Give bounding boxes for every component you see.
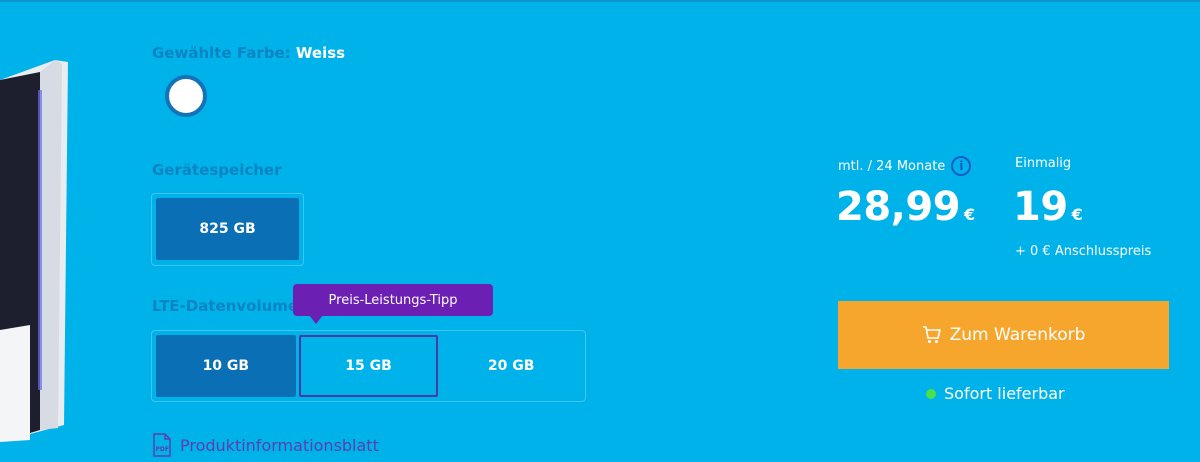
console-image: [0, 60, 68, 442]
price-tip-tooltip: Preis-Leistungs-Tipp: [293, 284, 493, 316]
lte-option-20gb[interactable]: 20 GB: [441, 335, 581, 397]
tooltip-arrow: [309, 315, 323, 324]
product-info-label: Produktinformationsblatt: [180, 435, 379, 455]
storage-title: Gerätespeicher: [152, 161, 282, 179]
availability-status: Sofort lieferbar: [926, 384, 1065, 403]
available-dot-icon: [926, 388, 936, 399]
monthly-currency: €: [964, 205, 975, 224]
once-currency: €: [1071, 205, 1083, 224]
top-divider: [0, 0, 1200, 2]
once-price: 19 €: [1013, 184, 1083, 230]
svg-text:PDF: PDF: [156, 446, 169, 453]
monthly-price: 28,99 €: [836, 184, 975, 230]
lte-option-10gb[interactable]: 10 GB: [156, 335, 296, 397]
lte-title: LTE-Datenvolumen: [152, 297, 309, 315]
color-label: Gewählte Farbe: Weiss: [152, 44, 345, 62]
product-info-link[interactable]: PDF Produktinformationsblatt: [152, 433, 379, 457]
lte-option-15gb[interactable]: 15 GB: [298, 335, 439, 397]
pdf-icon: PDF: [153, 433, 171, 457]
storage-options: 825 GB: [151, 193, 304, 266]
connection-fee: + 0 € Anschlusspreis: [1015, 244, 1152, 259]
cart-icon: [922, 326, 941, 343]
monthly-label-text: mtl. / 24 Monate: [838, 158, 946, 174]
storage-option-825gb[interactable]: 825 GB: [156, 198, 299, 260]
once-label: Einmalig: [1015, 156, 1072, 171]
once-price-value: 19: [1013, 184, 1068, 230]
color-label-text: Gewählte Farbe:: [152, 44, 291, 62]
color-value: Weiss: [295, 44, 346, 62]
add-to-cart-button[interactable]: Zum Warenkorb: [838, 301, 1169, 369]
info-icon[interactable]: i: [951, 156, 972, 176]
lte-options: 10 GB 15 GB 20 GB: [151, 330, 586, 402]
cart-button-label: Zum Warenkorb: [949, 325, 1086, 345]
white-color-swatch[interactable]: [165, 75, 207, 117]
availability-label: Sofort lieferbar: [944, 384, 1065, 403]
monthly-price-value: 28,99: [836, 184, 961, 230]
monthly-label: mtl. / 24 Monate i: [838, 156, 972, 176]
